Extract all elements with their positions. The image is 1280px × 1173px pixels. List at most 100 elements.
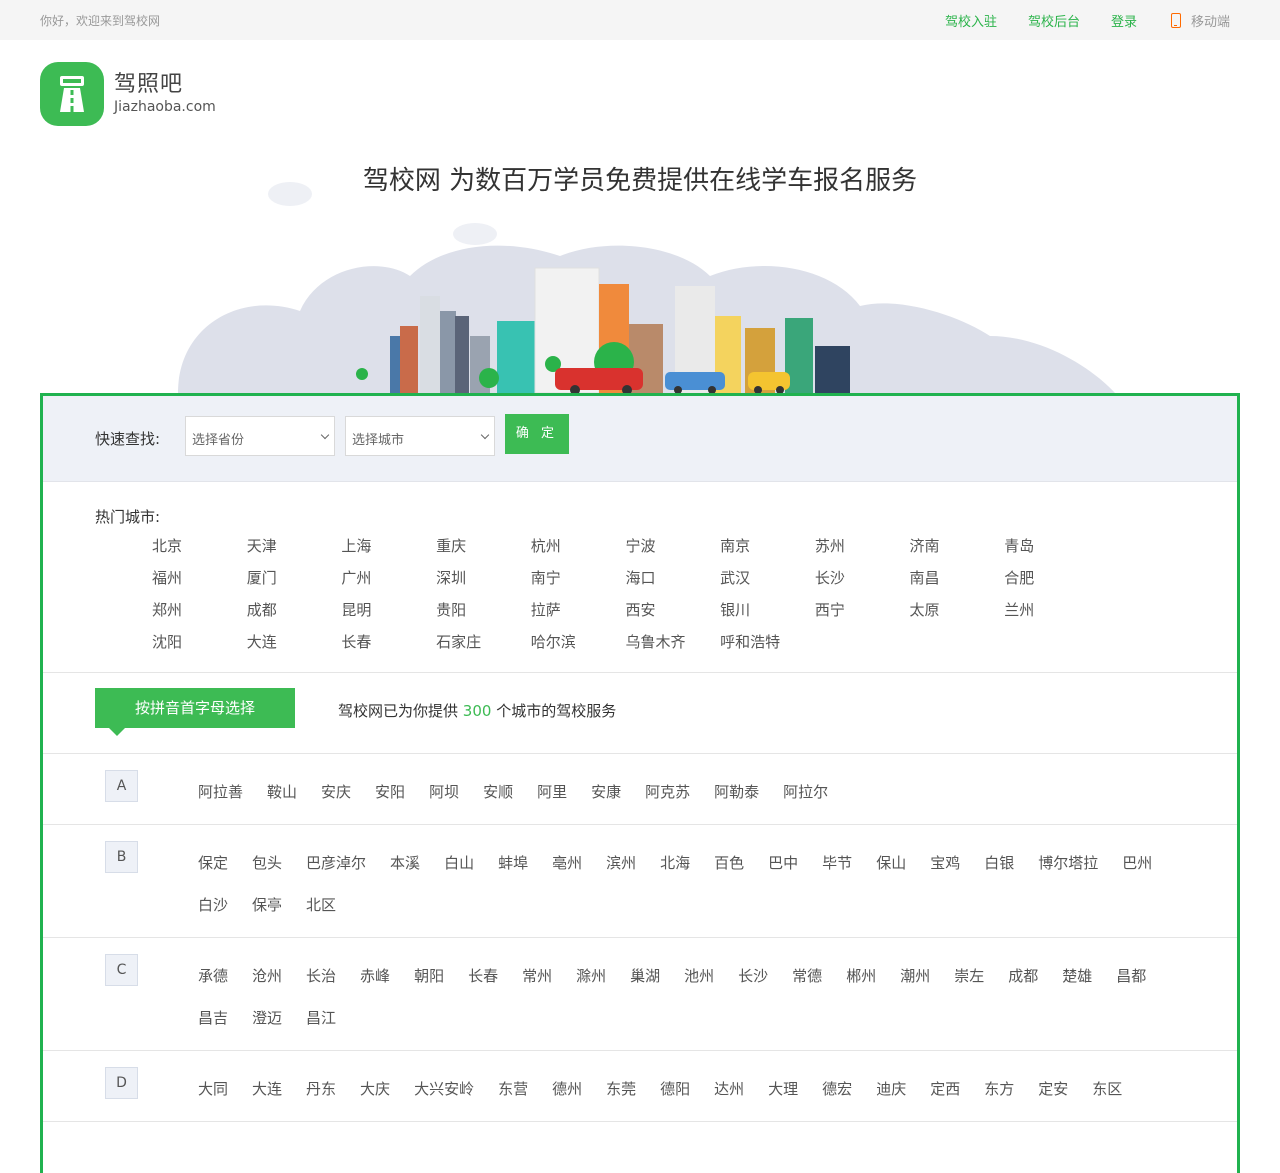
school-join-link[interactable]: 驾校入驻: [945, 11, 997, 30]
hot-city-link[interactable]: 西安: [625, 600, 720, 620]
hot-city-link[interactable]: 福州: [152, 568, 247, 588]
city-link[interactable]: 德宏: [822, 1079, 852, 1099]
hot-city-link[interactable]: 上海: [341, 536, 436, 556]
city-link[interactable]: 百色: [714, 853, 744, 873]
hot-city-link[interactable]: 长春: [341, 632, 436, 652]
hot-city-link[interactable]: 重庆: [436, 536, 531, 556]
hot-city-link[interactable]: 贵阳: [436, 600, 531, 620]
city-link[interactable]: 郴州: [846, 966, 876, 986]
city-link[interactable]: 阿坝: [429, 782, 459, 802]
city-link[interactable]: 大庆: [360, 1079, 390, 1099]
hot-city-link[interactable]: 大连: [247, 632, 342, 652]
city-link[interactable]: 包头: [252, 853, 282, 873]
city-link[interactable]: 崇左: [954, 966, 984, 986]
city-link[interactable]: 澄迈: [252, 1008, 282, 1028]
city-link[interactable]: 巴彦淖尔: [306, 853, 366, 873]
hot-city-link[interactable]: 青岛: [1004, 536, 1099, 556]
city-link[interactable]: 池州: [684, 966, 714, 986]
city-link[interactable]: 常州: [522, 966, 552, 986]
school-admin-link[interactable]: 驾校后台: [1028, 11, 1080, 30]
city-link[interactable]: 安阳: [375, 782, 405, 802]
city-link[interactable]: 常德: [792, 966, 822, 986]
city-link[interactable]: 阿克苏: [645, 782, 690, 802]
hot-city-link[interactable]: 苏州: [815, 536, 910, 556]
pinyin-tab[interactable]: 按拼音首字母选择: [95, 688, 295, 736]
city-link[interactable]: 定西: [930, 1079, 960, 1099]
city-link[interactable]: 昌吉: [198, 1008, 228, 1028]
hot-city-link[interactable]: 广州: [341, 568, 436, 588]
city-link[interactable]: 大同: [198, 1079, 228, 1099]
city-link[interactable]: 阿拉尔: [783, 782, 828, 802]
hot-city-link[interactable]: 乌鲁木齐: [625, 632, 720, 652]
hot-city-link[interactable]: 兰州: [1004, 600, 1099, 620]
city-link[interactable]: 北海: [660, 853, 690, 873]
hot-city-link[interactable]: 深圳: [436, 568, 531, 588]
city-link[interactable]: 承德: [198, 966, 228, 986]
city-link[interactable]: 毕节: [822, 853, 852, 873]
city-link[interactable]: 德州: [552, 1079, 582, 1099]
city-link[interactable]: 阿里: [537, 782, 567, 802]
city-link[interactable]: 亳州: [552, 853, 582, 873]
hot-city-link[interactable]: 南京: [720, 536, 815, 556]
city-link[interactable]: 大连: [252, 1079, 282, 1099]
city-link[interactable]: 白银: [984, 853, 1014, 873]
city-link[interactable]: 安康: [591, 782, 621, 802]
city-link[interactable]: 保定: [198, 853, 228, 873]
city-link[interactable]: 东方: [984, 1079, 1014, 1099]
hot-city-link[interactable]: 石家庄: [436, 632, 531, 652]
city-link[interactable]: 宝鸡: [930, 853, 960, 873]
confirm-button[interactable]: 确 定: [505, 414, 569, 454]
city-link[interactable]: 安顺: [483, 782, 513, 802]
city-link[interactable]: 巴中: [768, 853, 798, 873]
city-link[interactable]: 楚雄: [1062, 966, 1092, 986]
hot-city-link[interactable]: 南昌: [910, 568, 1005, 588]
hot-city-link[interactable]: 太原: [910, 600, 1005, 620]
hot-city-link[interactable]: 武汉: [720, 568, 815, 588]
city-link[interactable]: 达州: [714, 1079, 744, 1099]
hot-city-link[interactable]: 长沙: [815, 568, 910, 588]
city-link[interactable]: 巢湖: [630, 966, 660, 986]
city-link[interactable]: 长治: [306, 966, 336, 986]
city-link[interactable]: 保山: [876, 853, 906, 873]
hot-city-link[interactable]: 天津: [247, 536, 342, 556]
hot-city-link[interactable]: 济南: [910, 536, 1005, 556]
city-link[interactable]: 大理: [768, 1079, 798, 1099]
hot-city-link[interactable]: 合肥: [1004, 568, 1099, 588]
city-link[interactable]: 巴州: [1122, 853, 1152, 873]
city-link[interactable]: 白沙: [198, 895, 228, 915]
city-link[interactable]: 阿拉善: [198, 782, 243, 802]
hot-city-link[interactable]: 昆明: [341, 600, 436, 620]
hot-city-link[interactable]: 拉萨: [531, 600, 626, 620]
city-link[interactable]: 昌江: [306, 1008, 336, 1028]
city-link[interactable]: 东营: [498, 1079, 528, 1099]
city-link[interactable]: 博尔塔拉: [1038, 853, 1098, 873]
hot-city-link[interactable]: 哈尔滨: [531, 632, 626, 652]
city-link[interactable]: 定安: [1038, 1079, 1068, 1099]
city-link[interactable]: 德阳: [660, 1079, 690, 1099]
hot-city-link[interactable]: 郑州: [152, 600, 247, 620]
login-link[interactable]: 登录: [1111, 11, 1137, 30]
province-select[interactable]: 选择省份: [185, 416, 335, 456]
city-link[interactable]: 长春: [468, 966, 498, 986]
hot-city-link[interactable]: 杭州: [531, 536, 626, 556]
hot-city-link[interactable]: 海口: [625, 568, 720, 588]
city-link[interactable]: 滨州: [606, 853, 636, 873]
city-link[interactable]: 迪庆: [876, 1079, 906, 1099]
hot-city-link[interactable]: 银川: [720, 600, 815, 620]
mobile-link[interactable]: 移动端: [1170, 11, 1230, 30]
hot-city-link[interactable]: 呼和浩特: [720, 632, 815, 652]
hot-city-link[interactable]: 成都: [247, 600, 342, 620]
city-link[interactable]: 朝阳: [414, 966, 444, 986]
city-select[interactable]: 选择城市: [345, 416, 495, 456]
city-link[interactable]: 成都: [1008, 966, 1038, 986]
city-link[interactable]: 保亭: [252, 895, 282, 915]
city-link[interactable]: 赤峰: [360, 966, 390, 986]
city-link[interactable]: 丹东: [306, 1079, 336, 1099]
city-link[interactable]: 沧州: [252, 966, 282, 986]
city-link[interactable]: 长沙: [738, 966, 768, 986]
city-link[interactable]: 白山: [444, 853, 474, 873]
city-link[interactable]: 滁州: [576, 966, 606, 986]
city-link[interactable]: 大兴安岭: [414, 1079, 474, 1099]
city-link[interactable]: 昌都: [1116, 966, 1146, 986]
hot-city-link[interactable]: 沈阳: [152, 632, 247, 652]
